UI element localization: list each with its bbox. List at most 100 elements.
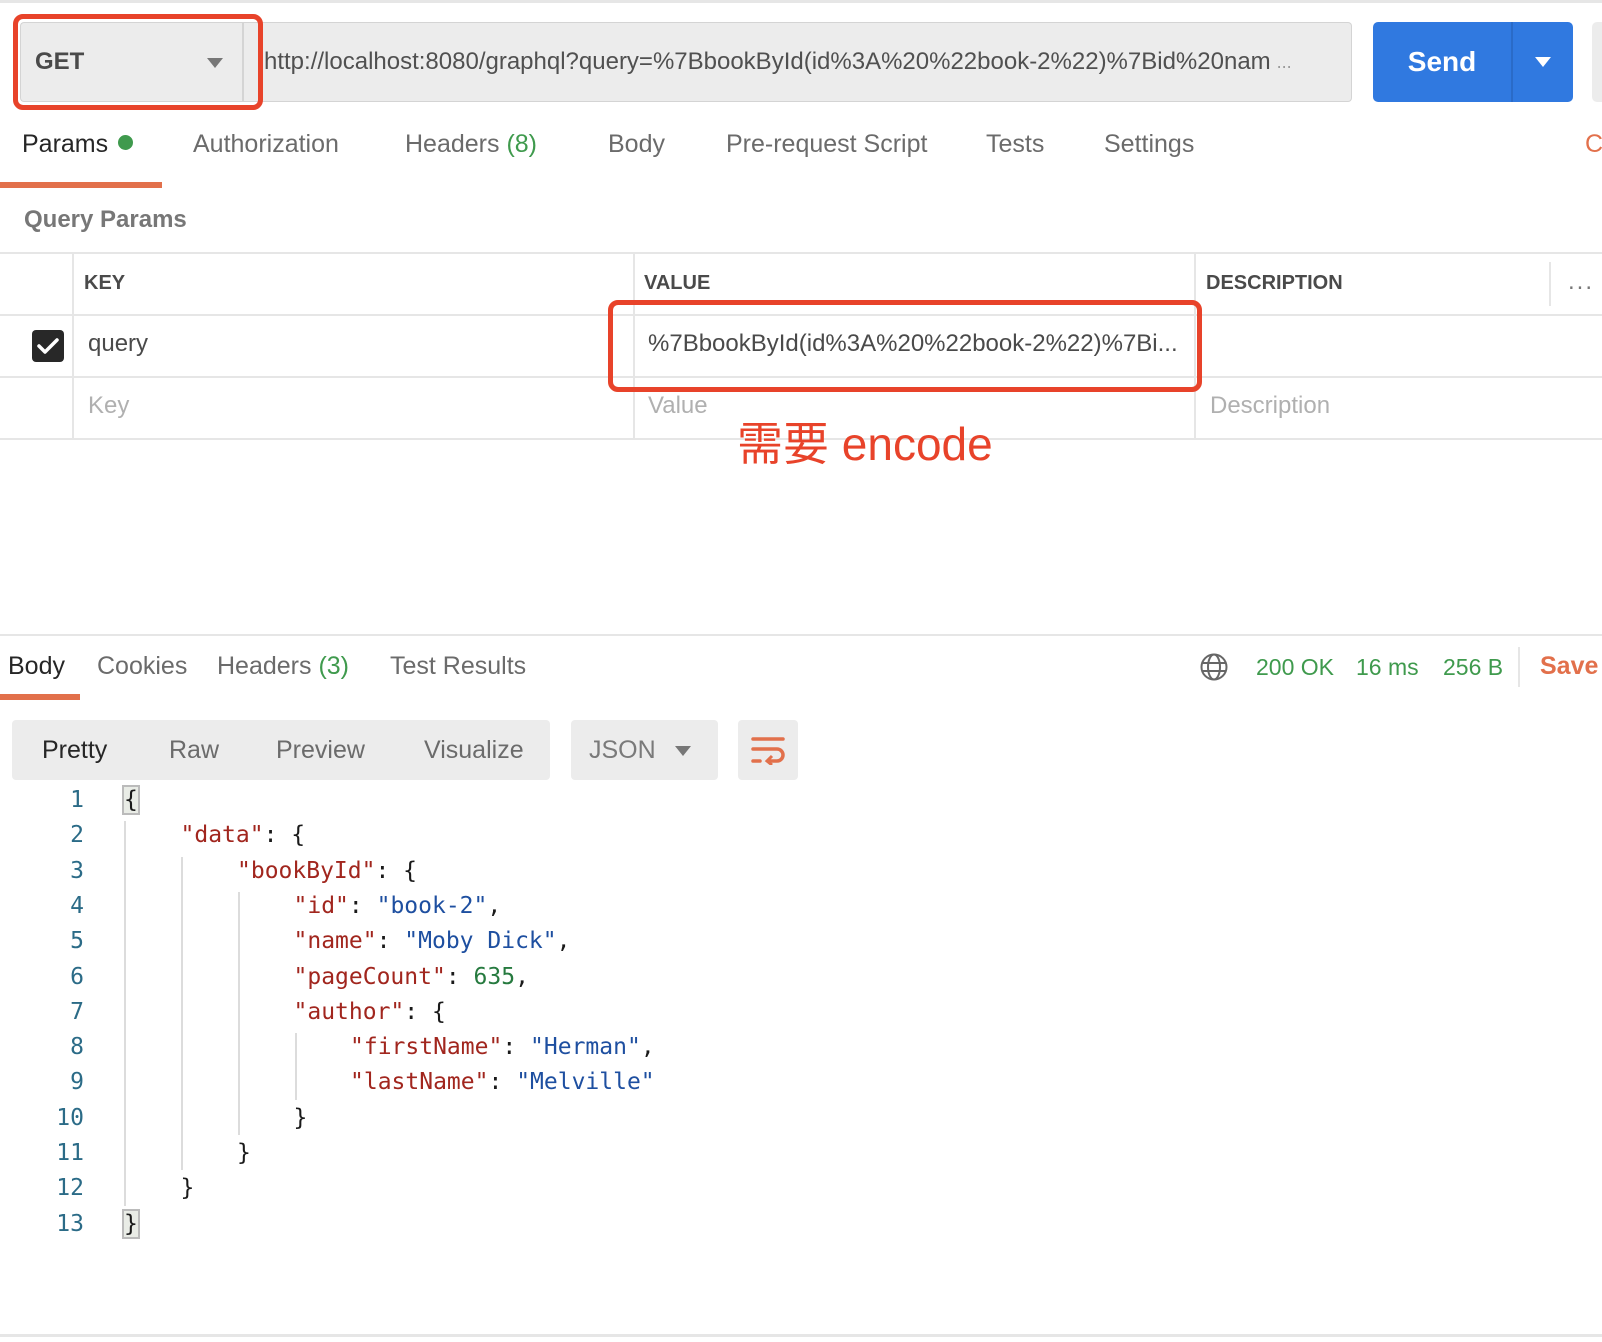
code-line: 3 "bookById": {: [0, 853, 1602, 889]
format-tab-pretty[interactable]: Pretty: [42, 736, 107, 765]
json-punctuation: {: [122, 785, 140, 815]
code-text: }: [237, 1135, 251, 1171]
json-key: "pageCount": [293, 963, 446, 990]
url-text: http://localhost:8080/graphql?query=%7Bb…: [264, 48, 1271, 75]
line-number: 13: [56, 1210, 84, 1237]
tab-count: (8): [506, 130, 538, 158]
line-number: 12: [56, 1175, 84, 1202]
tab-label: Headers: [405, 130, 500, 158]
json-string: "book-2": [376, 892, 488, 919]
code-line: 5 "name": "Moby Dick",: [0, 923, 1602, 959]
tab-label: Headers: [217, 652, 312, 680]
line-number: 5: [70, 928, 84, 955]
code-line: 10}: [0, 1100, 1602, 1136]
response-tab-cookies[interactable]: Cookies: [97, 652, 187, 681]
bottom-border: [0, 1334, 1602, 1337]
tab-headers[interactable]: Headers (8): [405, 130, 537, 159]
line-number: 4: [70, 892, 84, 919]
response-divider: [0, 634, 1602, 636]
tab-params[interactable]: Params: [22, 130, 134, 159]
url-input[interactable]: http://localhost:8080/graphql?query=%7Bb…: [244, 22, 1352, 102]
new-value-input[interactable]: Value: [648, 392, 708, 420]
status-code[interactable]: 200 OK: [1256, 654, 1334, 681]
json-punctuation: :: [376, 928, 405, 955]
chevron-down-icon: [675, 746, 691, 756]
more-options-icon[interactable]: ...: [1568, 268, 1594, 296]
tab-authorization[interactable]: Authorization: [193, 130, 339, 159]
response-size[interactable]: 256 B: [1443, 654, 1503, 681]
response-time[interactable]: 16 ms: [1356, 654, 1419, 681]
tab-tests[interactable]: Tests: [986, 130, 1044, 159]
line-number: 6: [70, 963, 84, 990]
response-tab-headers[interactable]: Headers (3): [217, 652, 349, 681]
format-tab-preview[interactable]: Preview: [276, 736, 365, 765]
new-description-input[interactable]: Description: [1210, 392, 1330, 420]
param-key[interactable]: query: [88, 330, 148, 358]
checkmark-icon: [37, 338, 59, 354]
annotation-highlight-value: [608, 300, 1202, 392]
send-label: Send: [1407, 46, 1477, 77]
line-number: 11: [56, 1140, 84, 1166]
code-text: "data": {: [181, 817, 306, 853]
code-line: 1{: [0, 782, 1602, 818]
new-key-input[interactable]: Key: [88, 392, 129, 420]
code-text: {: [122, 782, 140, 818]
line-number: 9: [70, 1069, 84, 1096]
save-response-button[interactable]: Save: [1540, 652, 1598, 681]
params-active-dot-icon: [118, 135, 134, 150]
json-punctuation: ,: [556, 928, 571, 955]
json-punctuation: }: [237, 1140, 251, 1166]
tab-pre-request-script[interactable]: Pre-request Script: [726, 130, 927, 159]
tab-body[interactable]: Body: [608, 130, 665, 159]
line-number: 1: [70, 787, 84, 813]
json-punctuation: ,: [640, 1034, 655, 1061]
json-string: "Moby Dick": [404, 928, 557, 955]
code-text: }: [294, 1100, 308, 1136]
active-tab-indicator: [0, 694, 80, 700]
code-text: "bookById": {: [237, 853, 417, 889]
send-button[interactable]: Send: [1373, 22, 1573, 102]
json-number: 635: [473, 963, 516, 990]
response-tab-test-results[interactable]: Test Results: [390, 652, 526, 681]
json-punctuation: :: [348, 892, 377, 919]
send-dropdown-button[interactable]: [1513, 22, 1573, 102]
code-line: 7 "author": {: [0, 994, 1602, 1030]
language-select[interactable]: JSON: [571, 720, 718, 780]
cookies-link[interactable]: C: [1585, 130, 1602, 159]
tab-label: Params: [22, 130, 109, 158]
globe-icon[interactable]: [1199, 652, 1229, 682]
indent-guide: [124, 821, 126, 1206]
code-text: "pageCount": 635,: [294, 959, 529, 995]
line-number: 7: [70, 998, 84, 1025]
divider: [1518, 647, 1520, 687]
code-text: }: [181, 1170, 195, 1206]
code-line: 12}: [0, 1170, 1602, 1206]
code-text: "lastName": "Melville": [350, 1064, 655, 1100]
code-text: "name": "Moby Dick",: [294, 923, 571, 959]
json-punctuation: ,: [487, 892, 502, 919]
tab-settings[interactable]: Settings: [1104, 130, 1194, 159]
json-punctuation: }: [122, 1208, 140, 1239]
json-key: "name": [293, 928, 377, 955]
json-key: "id": [293, 892, 349, 919]
format-tab-raw[interactable]: Raw: [169, 736, 219, 765]
annotation-text: 需要 encode: [737, 418, 993, 470]
code-line: 8 "firstName": "Herman",: [0, 1029, 1602, 1065]
annotation-highlight-method: [13, 14, 263, 110]
json-key: "firstName": [350, 1034, 503, 1061]
column-header-key: KEY: [84, 272, 126, 294]
json-punctuation: :: [445, 963, 474, 990]
param-enabled-checkbox[interactable]: [32, 330, 64, 362]
code-line: 4 "id": "book-2",: [0, 888, 1602, 924]
format-tabs: Pretty Raw Preview Visualize: [12, 720, 550, 780]
language-label: JSON: [589, 736, 656, 764]
wrap-lines-icon: [751, 737, 785, 765]
json-punctuation: : {: [263, 822, 306, 849]
request-tabs: Params Authorization Headers (8) Body Pr…: [0, 130, 1602, 188]
save-button[interactable]: [1592, 22, 1602, 102]
response-tab-body[interactable]: Body: [8, 652, 65, 681]
column-divider: [1549, 262, 1551, 306]
format-tab-visualize[interactable]: Visualize: [424, 736, 524, 765]
line-number: 8: [70, 1034, 84, 1061]
wrap-lines-button[interactable]: [738, 720, 798, 780]
